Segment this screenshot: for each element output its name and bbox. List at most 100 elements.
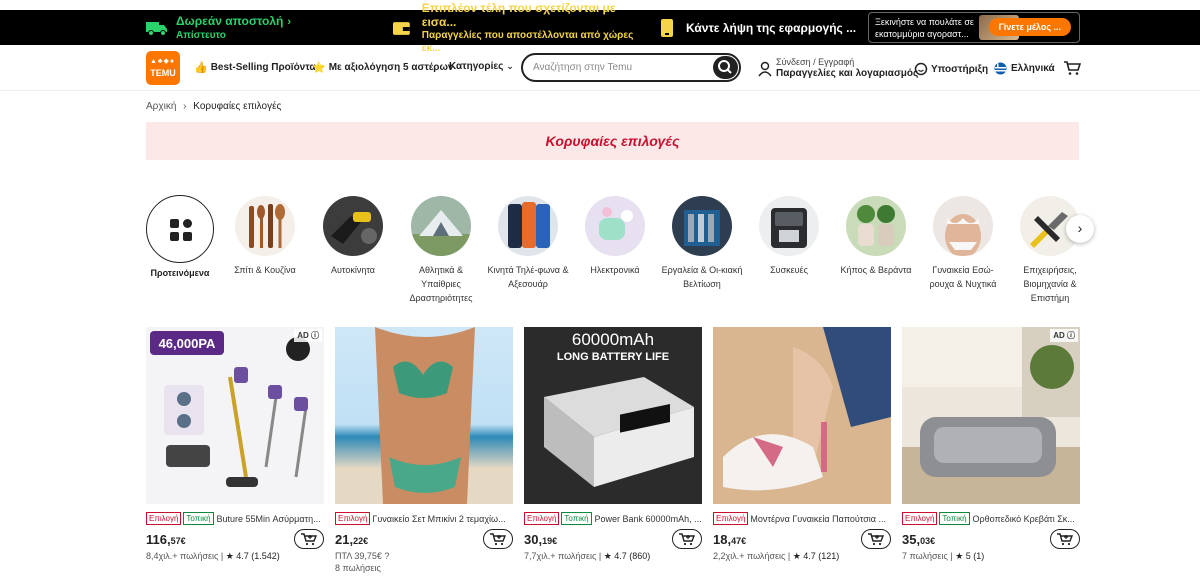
lingerie-image — [945, 214, 981, 256]
category-automotive[interactable]: Αυτοκίνητα — [311, 196, 395, 277]
free-shipping-subtitle: Απίστευτο — [176, 29, 226, 41]
product-image-text: 60000mAh — [572, 330, 654, 349]
nav-categories-label: Κατηγορίες — [449, 61, 504, 72]
product-price: 116,57€ — [146, 532, 186, 547]
category-image — [235, 196, 295, 256]
product-card[interactable]: Επιλογή Γυναικείο Σετ Μπικίνι 2 τεμαχίω.… — [335, 327, 513, 573]
product-name[interactable]: Power Bank 60000mAh, ... — [595, 514, 702, 524]
product-image[interactable] — [713, 327, 891, 504]
search-button[interactable] — [713, 56, 738, 79]
category-label: Κινητά Τηλέ-φωνα & Αξεσουάρ — [487, 265, 569, 289]
app-download-promo[interactable]: Κάντε λήψη της εφαρμογής ... — [660, 10, 860, 45]
product-price: 30,19€ — [524, 532, 558, 547]
language-selector[interactable]: Ελληνικά — [994, 62, 1055, 75]
category-label: Κήπος & Βεράντα — [840, 265, 912, 275]
greek-flag-icon — [994, 62, 1007, 75]
add-to-cart-button[interactable] — [861, 529, 891, 549]
add-to-cart-button[interactable] — [1050, 529, 1080, 549]
app-download-text: Κάντε λήψη της εφαρμογής ... — [686, 20, 857, 35]
category-lingerie[interactable]: Γυναικεία Εσώ-ρουχα & Νυχτικά — [921, 196, 1005, 291]
category-tools-home[interactable]: Εργαλεία & Οι-κιακή Βελτίωση — [660, 196, 744, 291]
category-image — [411, 196, 471, 256]
search-box[interactable]: Αναζήτηση στην Temu — [521, 53, 741, 82]
support-icon — [914, 62, 928, 76]
choice-tag: Επιλογή — [146, 512, 182, 525]
product-title-row: Επιλογή Τοπική Ορθοπεδικό Κρεβάτι Σκ... — [902, 512, 1080, 525]
product-image[interactable]: AD ⓘ — [902, 327, 1080, 504]
product-meta: 2,2χιλ.+ πωλήσεις | ★ 4.7 (121) — [713, 551, 840, 561]
category-phones[interactable]: Κινητά Τηλέ-φωνα & Αξεσουάρ — [486, 196, 570, 291]
user-icon — [758, 61, 772, 76]
support-link[interactable]: Υποστήριξη — [914, 62, 988, 76]
category-electronics[interactable]: Ηλεκτρονικά — [573, 196, 657, 277]
sales-count: 8 πωλήσεις — [335, 563, 381, 573]
product-title-row: Επιλογή Γυναικείο Σετ Μπικίνι 2 τεμαχίω.… — [335, 512, 513, 525]
product-name[interactable]: Γυναικείο Σετ Μπικίνι 2 τεμαχίω... — [372, 514, 505, 524]
tent-image — [411, 210, 471, 256]
ad-badge[interactable]: AD ⓘ — [294, 329, 322, 342]
car-tool-image — [331, 212, 377, 244]
category-label: Σπίτι & Κουζίνα — [234, 265, 296, 275]
cart-icon — [1064, 61, 1082, 75]
product-title-row: Επιλογή Τοπική Buture 55Min Ασύρματη... — [146, 512, 324, 525]
nav-best-selling[interactable]: 👍 Best-Selling Προϊόντα — [194, 61, 316, 74]
search-input[interactable]: Αναζήτηση στην Temu — [533, 62, 632, 73]
product-image[interactable]: 60000mAh LONG BATTERY LIFE — [524, 327, 702, 504]
grid-icon — [170, 219, 192, 241]
free-shipping-promo[interactable]: Δωρεάν αποστολή › Απίστευτο — [146, 10, 376, 45]
chevron-down-icon: ⌄ — [506, 61, 514, 71]
price-row: 30,19€ — [524, 529, 702, 549]
account-menu[interactable]: Σύνδεση / Εγγραφή Παραγγελίες και λογαρι… — [758, 57, 918, 80]
category-label: Ηλεκτρονικά — [590, 265, 640, 275]
choice-tag: Επιλογή — [902, 512, 938, 525]
product-card[interactable]: 60000mAh LONG BATTERY LIFE Επιλογή Τοπικ… — [524, 327, 702, 562]
add-to-cart-button[interactable] — [672, 529, 702, 549]
fees-promo[interactable]: Επιπλέον τέλη που σχετίζονται με εισα...… — [392, 1, 652, 54]
shoes-image — [723, 327, 891, 491]
category-image — [933, 196, 993, 256]
cart-button[interactable] — [1063, 60, 1082, 81]
product-image-subtext: LONG BATTERY LIFE — [557, 351, 669, 363]
category-image — [672, 196, 732, 256]
logo-text: TEMU — [150, 68, 176, 78]
category-garden[interactable]: Κήπος & Βεράντα — [834, 196, 918, 277]
product-rating: ★ 4.7 (121) — [792, 551, 840, 561]
add-cart-icon — [490, 533, 507, 546]
product-title-row: Επιλογή Τοπική Power Bank 60000mAh, ... — [524, 512, 702, 525]
nav-five-star[interactable]: ⭐ Με αξιολόγηση 5 αστέρων — [312, 61, 454, 74]
category-sports-outdoor[interactable]: Αθλητικά & Υπαίθριες Δραστηριότητες — [399, 196, 483, 305]
category-home-kitchen[interactable]: Σπίτι & Κουζίνα — [223, 196, 307, 277]
dog-bed-image — [902, 327, 1080, 504]
bikini-image — [375, 327, 475, 504]
category-recommended[interactable]: Προτεινόμενα — [138, 195, 222, 280]
product-meta: 7,7χιλ.+ πωλήσεις | ★ 4.7 (860) — [524, 551, 651, 561]
add-to-cart-button[interactable] — [483, 529, 513, 549]
product-name[interactable]: Ορθοπεδικό Κρεβάτι Σκ... — [973, 514, 1075, 524]
seller-promo[interactable]: Ξεκινήστε να πουλάτε σε εκατομμύρια αγορ… — [868, 12, 1080, 43]
sales-count: 2,2χιλ.+ πωλήσεις — [713, 551, 786, 561]
add-cart-icon — [868, 533, 885, 546]
power-bank-image: 60000mAh LONG BATTERY LIFE — [544, 330, 694, 487]
logo-mark-icon: ▲♣◆● — [150, 58, 176, 65]
category-label: Αυτοκίνητα — [331, 265, 375, 275]
chevron-right-icon: › — [287, 15, 292, 28]
nav-best-selling-label: Best-Selling Προϊόντα — [210, 62, 316, 73]
category-business-industry[interactable]: Επιχειρήσεις, Βιομηχανία & Επιστήμη — [1008, 196, 1092, 305]
product-card[interactable]: 46,000PA AD ⓘ Επιλογή Τοπική Buture 55Mi… — [146, 327, 324, 562]
product-name[interactable]: Buture 55Min Ασύρματη... — [217, 514, 321, 524]
product-card[interactable]: AD ⓘ Επιλογή Τοπική Ορθοπεδικό Κρεβάτι Σ… — [902, 327, 1080, 562]
ad-badge[interactable]: AD ⓘ — [1050, 329, 1078, 342]
join-seller-button[interactable]: Γίνετε μέλος ... — [988, 18, 1071, 36]
add-to-cart-button[interactable] — [294, 529, 324, 549]
product-image[interactable] — [335, 327, 513, 504]
nav-categories[interactable]: Κατηγορίες ⌄ — [449, 61, 514, 72]
category-image — [585, 196, 645, 256]
product-card[interactable]: Επιλογή Μοντέρνα Γυναικεία Παπούτσια ...… — [713, 327, 891, 562]
product-name[interactable]: Μοντέρνα Γυναικεία Παπούτσια ... — [750, 514, 886, 524]
breadcrumb-home[interactable]: Αρχική — [146, 101, 176, 112]
carousel-next-button[interactable]: › — [1066, 215, 1094, 243]
category-appliances[interactable]: Συσκευές — [747, 196, 831, 277]
temu-logo[interactable]: ▲♣◆● TEMU — [146, 51, 180, 85]
product-image[interactable]: 46,000PA AD ⓘ — [146, 327, 324, 504]
truck-icon — [146, 21, 167, 36]
